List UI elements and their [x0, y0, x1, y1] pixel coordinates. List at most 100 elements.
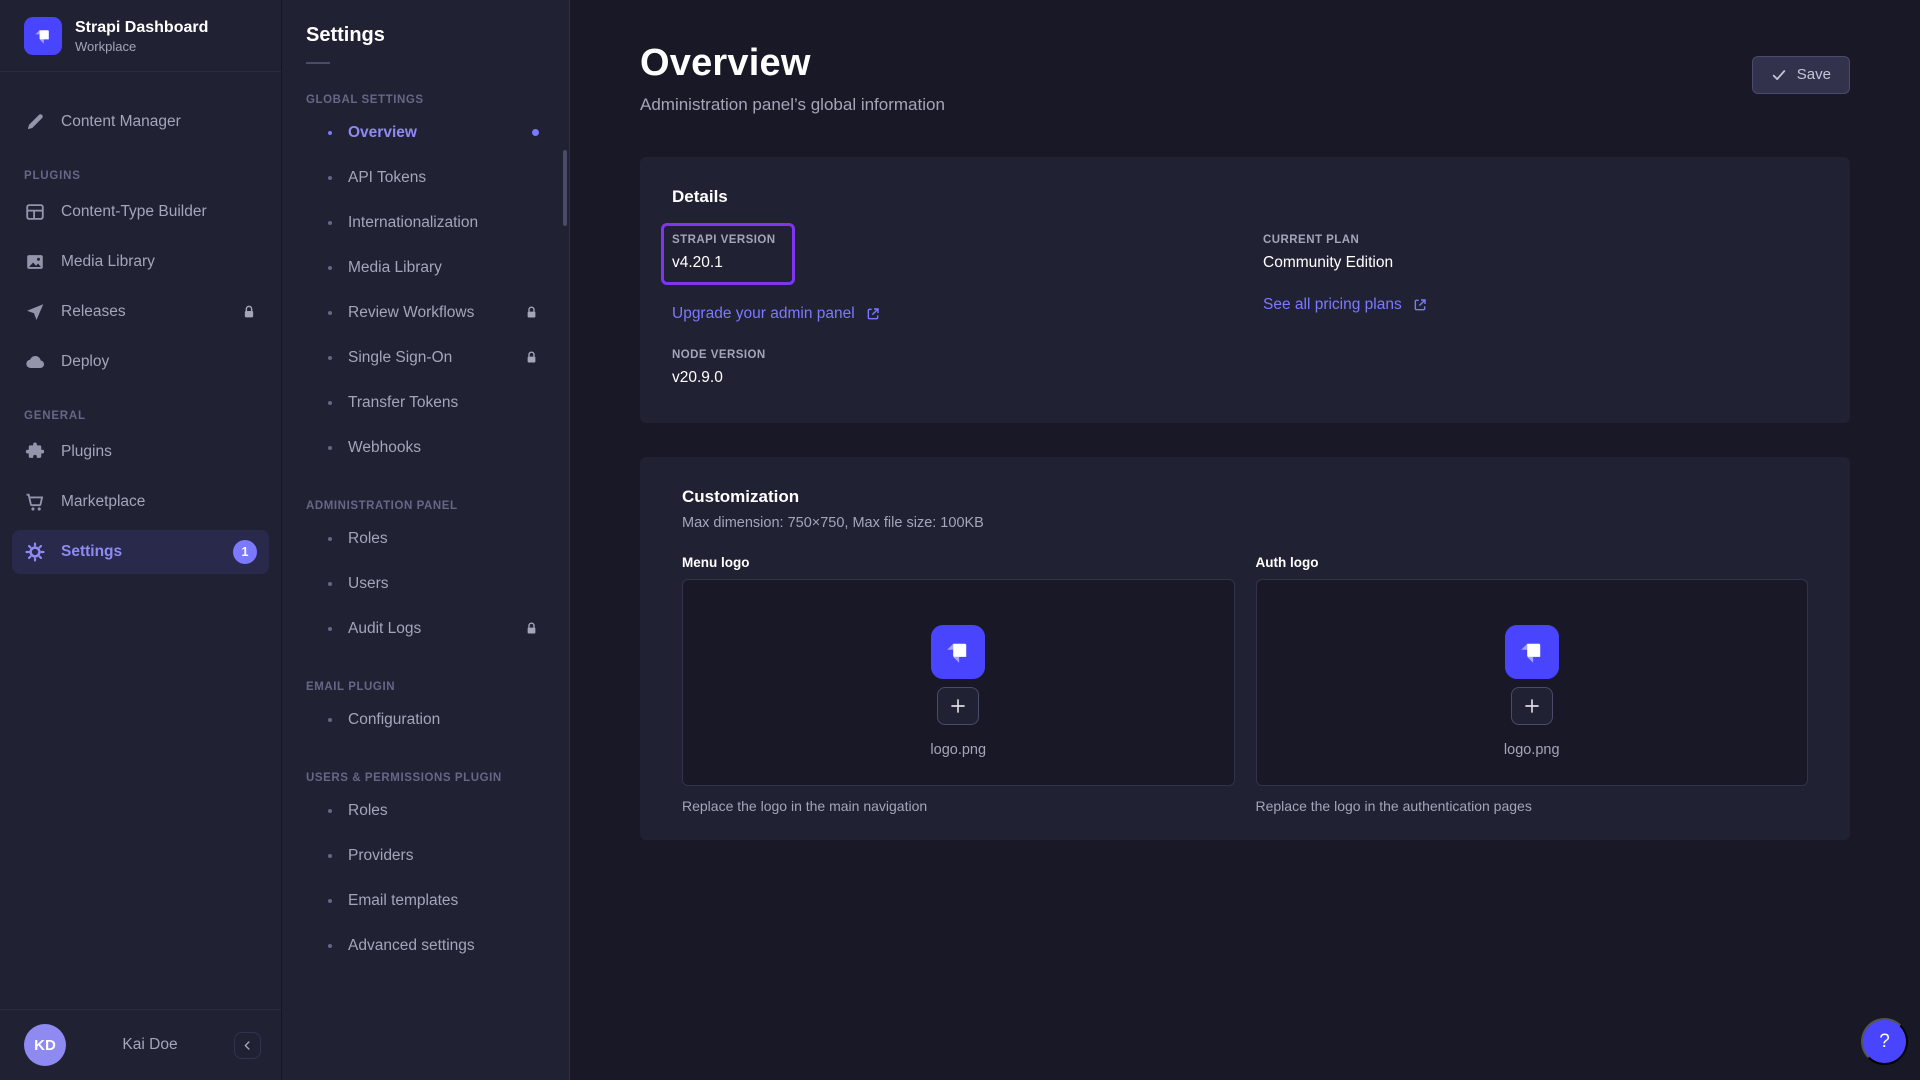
- subnav-item-single-sign-on[interactable]: Single Sign-On: [306, 335, 545, 380]
- menu-logo-upload-box[interactable]: logo.png: [682, 579, 1235, 786]
- plus-icon: [949, 697, 967, 715]
- avatar[interactable]: KD: [24, 1024, 66, 1066]
- subnav-section-global-settings: GLOBAL SETTINGS: [306, 94, 545, 106]
- check-icon: [1771, 67, 1787, 83]
- pricing-plans-link[interactable]: See all pricing plans: [1263, 296, 1428, 314]
- nav-section-plugins: PLUGINS: [12, 170, 269, 182]
- strapi-version-label: STRAPI VERSION: [672, 234, 776, 246]
- bullet-icon: [328, 266, 332, 270]
- lock-icon: [524, 621, 539, 636]
- menu-logo-file-name: logo.png: [930, 742, 986, 758]
- nav-section-general: GENERAL: [12, 410, 269, 422]
- bullet-icon: [328, 944, 332, 948]
- subnav-item-label: Roles: [348, 530, 388, 548]
- settings-badge: 1: [233, 540, 257, 564]
- upgrade-admin-panel-link[interactable]: Upgrade your admin panel: [672, 305, 881, 323]
- subnav-item-roles-admin[interactable]: Roles: [306, 516, 545, 561]
- bullet-icon: [328, 356, 332, 360]
- cloud-icon: [24, 351, 46, 373]
- notification-dot: [532, 129, 539, 136]
- user-name: Kai Doe: [66, 1036, 234, 1054]
- sidebar-footer: KD Kai Doe: [0, 1009, 281, 1080]
- subnav-item-api-tokens[interactable]: API Tokens: [306, 155, 545, 200]
- subnav-scrollbar[interactable]: [563, 150, 567, 226]
- subnav-item-media-library[interactable]: Media Library: [306, 245, 545, 290]
- subnav-item-internationalization[interactable]: Internationalization: [306, 200, 545, 245]
- pricing-link-label: See all pricing plans: [1263, 296, 1402, 314]
- add-logo-button[interactable]: [937, 687, 979, 725]
- details-left-column: STRAPI VERSION v4.20.1 Upgrade your admi…: [672, 225, 1227, 387]
- subnav-item-overview[interactable]: Overview: [306, 110, 545, 155]
- subnav-item-users[interactable]: Users: [306, 561, 545, 606]
- help-button[interactable]: ?: [1861, 1018, 1908, 1065]
- workspace-title: Strapi Dashboard: [75, 18, 208, 38]
- subnav-item-label: Providers: [348, 847, 413, 865]
- layout-icon: [24, 201, 46, 223]
- save-button[interactable]: Save: [1752, 56, 1850, 94]
- current-plan-label: CURRENT PLAN: [1263, 234, 1818, 246]
- page-header: Overview Administration panel’s global i…: [640, 0, 1850, 115]
- nav-item-label: Plugins: [61, 443, 112, 461]
- subnav-item-label: Single Sign-On: [348, 349, 452, 367]
- subnav-item-audit-logs[interactable]: Audit Logs: [306, 606, 545, 651]
- lock-icon: [524, 350, 539, 365]
- nav-item-content-manager[interactable]: Content Manager: [12, 100, 269, 144]
- nav-item-settings[interactable]: Settings 1: [12, 530, 269, 574]
- workspace-switcher[interactable]: Strapi Dashboard Workplace: [0, 0, 281, 71]
- pen-icon: [24, 111, 46, 133]
- upgrade-link-label: Upgrade your admin panel: [672, 305, 855, 323]
- subnav-item-configuration[interactable]: Configuration: [306, 697, 545, 742]
- subnav-item-label: Webhooks: [348, 439, 421, 457]
- current-plan-field: CURRENT PLAN Community Edition: [1263, 234, 1818, 272]
- nav-item-releases[interactable]: Releases: [12, 290, 269, 334]
- bullet-icon: [328, 718, 332, 722]
- node-version-field: NODE VERSION v20.9.0: [672, 349, 1227, 387]
- details-right-column: CURRENT PLAN Community Edition See all p…: [1263, 225, 1818, 387]
- bullet-icon: [328, 311, 332, 315]
- node-version-value: v20.9.0: [672, 369, 1227, 387]
- puzzle-icon: [24, 441, 46, 463]
- subnav-item-review-workflows[interactable]: Review Workflows: [306, 290, 545, 335]
- subnav-item-label: Review Workflows: [348, 304, 474, 322]
- add-logo-button[interactable]: [1511, 687, 1553, 725]
- details-card: Details STRAPI VERSION v4.20.1 Upgrade y…: [640, 157, 1850, 423]
- save-button-label: Save: [1797, 66, 1831, 83]
- bullet-icon: [328, 221, 332, 225]
- subnav-item-label: Roles: [348, 802, 388, 820]
- subnav-item-roles-up[interactable]: Roles: [306, 788, 545, 833]
- bullet-icon: [328, 401, 332, 405]
- subnav-item-email-templates[interactable]: Email templates: [306, 878, 545, 923]
- subnav-section-users-permissions-plugin: USERS & PERMISSIONS PLUGIN: [306, 772, 545, 784]
- strapi-logo-icon: [931, 625, 985, 679]
- collapse-sidebar-button[interactable]: [234, 1032, 261, 1059]
- strapi-logo-icon: [24, 17, 62, 55]
- bullet-icon: [328, 176, 332, 180]
- nav-item-label: Media Library: [61, 253, 155, 271]
- lock-icon: [241, 304, 257, 320]
- plus-icon: [1523, 697, 1541, 715]
- subnav-item-label: Internationalization: [348, 214, 478, 232]
- nav-item-content-type-builder[interactable]: Content-Type Builder: [12, 190, 269, 234]
- help-button-label: ?: [1879, 1031, 1890, 1053]
- subnav-item-providers[interactable]: Providers: [306, 833, 545, 878]
- subnav-item-webhooks[interactable]: Webhooks: [306, 425, 545, 470]
- node-version-label: NODE VERSION: [672, 349, 1227, 361]
- bullet-icon: [328, 899, 332, 903]
- main-sidebar: Strapi Dashboard Workplace Content Manag…: [0, 0, 282, 1080]
- nav-item-label: Marketplace: [61, 493, 145, 511]
- customization-title: Customization: [682, 487, 1808, 507]
- nav-item-media-library[interactable]: Media Library: [12, 240, 269, 284]
- bullet-icon: [328, 446, 332, 450]
- auth-logo-upload-box[interactable]: logo.png: [1256, 579, 1809, 786]
- external-link-icon: [1412, 297, 1428, 313]
- strapi-logo-icon: [1505, 625, 1559, 679]
- gear-icon: [24, 541, 46, 563]
- bullet-icon: [328, 809, 332, 813]
- strapi-version-value: v4.20.1: [672, 254, 776, 272]
- subnav-item-advanced-settings[interactable]: Advanced settings: [306, 923, 545, 968]
- nav-item-plugins[interactable]: Plugins: [12, 430, 269, 474]
- nav-item-marketplace[interactable]: Marketplace: [12, 480, 269, 524]
- paper-plane-icon: [24, 301, 46, 323]
- subnav-item-transfer-tokens[interactable]: Transfer Tokens: [306, 380, 545, 425]
- nav-item-deploy[interactable]: Deploy: [12, 340, 269, 384]
